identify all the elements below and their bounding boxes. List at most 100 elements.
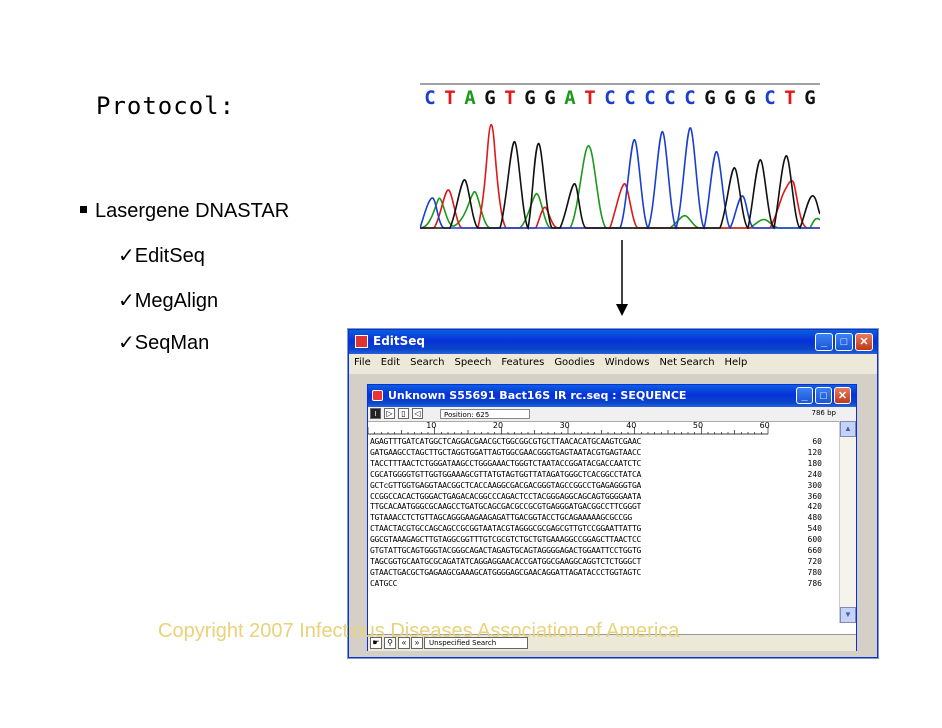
sequence-ruler: 10 20 30 40 50 60 bbox=[368, 421, 770, 435]
base-call: G bbox=[724, 87, 735, 109]
minimize-button[interactable]: _ bbox=[815, 333, 833, 351]
maximize-button[interactable]: □ bbox=[835, 333, 853, 351]
chromatogram-traces bbox=[420, 123, 820, 230]
vertical-scrollbar[interactable]: ▲ ▼ bbox=[839, 421, 856, 623]
play-back-icon[interactable]: ◁ bbox=[412, 408, 423, 419]
base-call: C bbox=[604, 87, 615, 109]
mdi-area: Unknown S55691 Bact16S IR rc.seq : SEQUE… bbox=[349, 374, 877, 657]
menu-goodies[interactable]: Goodies bbox=[549, 354, 599, 368]
subitem-label: MegAlign bbox=[134, 290, 219, 312]
base-call: T bbox=[784, 87, 795, 109]
sequence-position: 720 bbox=[807, 556, 822, 566]
sequence-bases: AGAGTTTGATCATGGCTCAGGACGAACGCTGGCGGCGTGC… bbox=[370, 437, 641, 446]
check-icon: ✓ bbox=[118, 332, 135, 354]
base-call: C bbox=[424, 87, 435, 109]
doc-close-button[interactable]: ✕ bbox=[834, 387, 851, 404]
ruler-tick-label: 40 bbox=[626, 421, 636, 430]
menu-edit[interactable]: Edit bbox=[376, 354, 405, 368]
sequence-row: GATGAAGCCTAGCTTGCTAGGTGGATTAGTGGCGAACGGG… bbox=[370, 448, 840, 459]
subitem-label: SeqMan bbox=[134, 332, 210, 354]
base-call: C bbox=[644, 87, 655, 109]
sequence-row: TACCTTTAACTCTGGGATAAGCCTGGGAAACTGGGTCTAA… bbox=[370, 459, 840, 470]
sequence-row: GTAACTGACGCTGAGAAGCGAAAGCATGGGGAGCGAACAG… bbox=[370, 568, 840, 579]
sequence-position: 360 bbox=[807, 491, 822, 501]
document-titlebar[interactable]: Unknown S55691 Bact16S IR rc.seq : SEQUE… bbox=[368, 385, 856, 407]
sequence-row: CCGGCCACACTGGGACTGAGACACGGCCCAGACTCCTACG… bbox=[370, 492, 840, 503]
base-call: C bbox=[664, 87, 675, 109]
sequence-row: CGCATGGGGTGTTGGTGGAAAGCGTTATGTAGTGGTTATA… bbox=[370, 470, 840, 481]
base-call: G bbox=[484, 87, 495, 109]
strand-toggle-icon[interactable]: ▯ bbox=[398, 408, 409, 419]
slide-title: Protocol: bbox=[96, 92, 236, 120]
sequence-row: GGCGTAAAGAGCTTGTAGGCGGTTTGTCGCGTCTGCTGTG… bbox=[370, 535, 840, 546]
sequence-position: 780 bbox=[807, 567, 822, 577]
scroll-down-icon[interactable]: ▼ bbox=[840, 607, 856, 623]
sequence-bases: CATGCC bbox=[370, 578, 398, 588]
base-call: G bbox=[704, 87, 715, 109]
document-toolbar: ≀ ▷ ▯ ◁ Position: 625 786 bp bbox=[368, 407, 856, 422]
sequence-position: 120 bbox=[807, 447, 822, 457]
sequence-row: TGTAAACCTCTGTTAGCAGGGAAGAAGAGATTGACGGTAC… bbox=[370, 513, 840, 524]
base-call: G bbox=[544, 87, 555, 109]
sequence-position: 540 bbox=[807, 524, 822, 534]
doc-minimize-button[interactable]: _ bbox=[796, 387, 813, 404]
sequence-bases: GGCGTAAAGAGCTTGTAGGCGGTTTGTCGCGTCTGCTGTG… bbox=[370, 535, 641, 545]
sequence-bases: GTAACTGACGCTGAGAAGCGAAAGCATGGGGAGCGAACAG… bbox=[370, 567, 641, 577]
bullet-text: Lasergene DNASTAR bbox=[95, 200, 290, 222]
check-icon: ✓ bbox=[118, 245, 135, 267]
menu-windows[interactable]: Windows bbox=[600, 354, 655, 368]
base-call: A bbox=[564, 87, 576, 109]
menu-net-search[interactable]: Net Search bbox=[654, 354, 719, 368]
sequence-row: GCTcGTTGGTGAGGTAACGGCTCACCAAGGCGACGACGGG… bbox=[370, 481, 840, 492]
trace-red bbox=[420, 123, 820, 229]
menu-help[interactable]: Help bbox=[720, 354, 753, 368]
down-arrow-icon bbox=[616, 240, 628, 316]
sequence-row: GTGTATTGCAGTGGGTACGGGCAGACTAGAGTGCAGTAGG… bbox=[370, 546, 840, 557]
menu-speech[interactable]: Speech bbox=[449, 354, 496, 368]
bullet-lasergene: Lasergene DNASTAR bbox=[80, 200, 289, 223]
sequence-position: 180 bbox=[807, 458, 822, 468]
sequence-document-window: Unknown S55691 Bact16S IR rc.seq : SEQUE… bbox=[367, 384, 857, 651]
scroll-up-icon[interactable]: ▲ bbox=[840, 421, 856, 437]
sequence-bases: TGTAAACCTCTGTTAGCAGGGAAGAAGAGATTGACGGTAC… bbox=[370, 513, 632, 523]
editseq-window: EditSeq _ □ ✕ File Edit Search Speech Featur… bbox=[348, 329, 878, 658]
base-call: G bbox=[524, 87, 535, 109]
subitem-seqman: ✓SeqMan bbox=[118, 330, 209, 355]
ruler-tick-label: 10 bbox=[426, 421, 436, 430]
menu-search[interactable]: Search bbox=[405, 354, 449, 368]
document-title: Unknown S55691 Bact16S IR rc.seq : SEQUE… bbox=[388, 389, 687, 402]
base-call: A bbox=[464, 87, 476, 109]
sequence-position: 240 bbox=[807, 469, 822, 479]
sequence-position: 300 bbox=[807, 480, 822, 490]
base-call: G bbox=[804, 87, 815, 109]
sequence-bases: GATGAAGCCTAGCTTGCTAGGTGGATTAGTGGCGAACGGG… bbox=[370, 447, 641, 457]
ruler-tick-label: 60 bbox=[760, 421, 770, 430]
close-button[interactable]: ✕ bbox=[855, 333, 873, 351]
chromatogram-base-calls: CTAGTGGATCCCCCGGGCTG bbox=[424, 87, 815, 109]
editseq-app-icon[interactable] bbox=[355, 335, 368, 348]
document-icon[interactable] bbox=[372, 390, 383, 401]
position-readout: Position: 625 bbox=[440, 409, 530, 419]
subitem-editseq: ✓EditSeq bbox=[118, 243, 205, 268]
base-call: C bbox=[624, 87, 635, 109]
base-call: C bbox=[764, 87, 775, 109]
sequence-bases: CGCATGGGGTGTTGGTGGAAAGCGTTATGTAGTGGTTATA… bbox=[370, 469, 641, 479]
ruler-tick-label: 50 bbox=[693, 421, 703, 430]
check-icon: ✓ bbox=[118, 290, 135, 312]
menu-file[interactable]: File bbox=[349, 354, 376, 368]
base-call: T bbox=[584, 87, 595, 109]
menu-bar: File Edit Search Speech Features Goodies Windo… bbox=[349, 354, 877, 374]
doc-maximize-button[interactable]: □ bbox=[815, 387, 832, 404]
play-forward-icon[interactable]: ▷ bbox=[384, 408, 395, 419]
menu-features[interactable]: Features bbox=[496, 354, 549, 368]
copyright-watermark: Copyright 2007 Infectious Diseases Assoc… bbox=[158, 620, 680, 642]
sequence-bases: TAGCGGTGCAATGCGCAGATATCAGGAGGAACACCGATGG… bbox=[370, 556, 641, 566]
editseq-titlebar[interactable]: EditSeq _ □ ✕ bbox=[349, 330, 877, 354]
sequence-position: 60 bbox=[812, 437, 822, 446]
ibeam-tool-icon[interactable]: ≀ bbox=[370, 408, 381, 419]
sequence-row: CATGCC 786 bbox=[370, 579, 840, 590]
sequence-position: 480 bbox=[807, 513, 822, 523]
sequence-text-area[interactable]: AGAGTTTGATCATGGCTCAGGACGAACGCTGGCGGCGTGC… bbox=[370, 437, 840, 590]
base-call: T bbox=[504, 87, 515, 109]
sequence-position: 600 bbox=[807, 535, 822, 545]
